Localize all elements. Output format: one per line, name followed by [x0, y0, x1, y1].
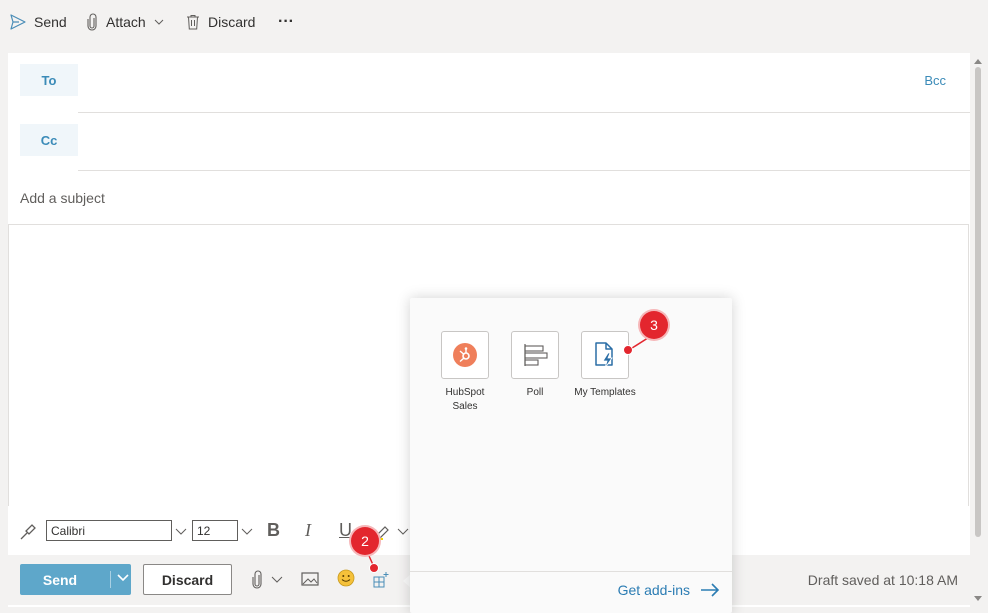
- chevron-down-icon[interactable]: [241, 528, 253, 535]
- marker-dot: [369, 563, 379, 573]
- command-bar: Send Attach Discard ···: [0, 0, 988, 44]
- divider: [78, 112, 970, 113]
- send-command[interactable]: Send: [10, 0, 67, 44]
- send-command-label: Send: [34, 14, 67, 30]
- addin-poll[interactable]: Poll: [499, 331, 571, 400]
- apps-icon[interactable]: [373, 571, 390, 588]
- scrollbar-thumb[interactable]: [975, 67, 981, 537]
- paperclip-icon: [87, 13, 97, 31]
- to-input[interactable]: [88, 64, 938, 96]
- cc-input[interactable]: [88, 124, 958, 156]
- addin-tile[interactable]: [581, 331, 629, 379]
- font-family-select[interactable]: Calibri: [46, 520, 172, 541]
- chevron-down-icon[interactable]: [175, 528, 187, 535]
- divider: [110, 571, 111, 588]
- discard-button[interactable]: Discard: [143, 564, 232, 595]
- cc-button[interactable]: Cc: [20, 124, 78, 156]
- arrow-right-icon: [701, 583, 720, 597]
- trash-icon: [187, 15, 199, 30]
- discard-command-label: Discard: [208, 14, 256, 30]
- my-templates-icon: [595, 342, 613, 369]
- underline-button[interactable]: U: [339, 520, 352, 541]
- bold-button[interactable]: B: [267, 520, 280, 541]
- paperclip-icon[interactable]: [251, 570, 263, 590]
- emoji-icon[interactable]: [337, 569, 355, 587]
- italic-button[interactable]: I: [305, 520, 311, 541]
- step-marker-2: 2: [351, 527, 379, 555]
- chevron-down-icon[interactable]: [397, 528, 409, 535]
- addin-tile[interactable]: [511, 331, 559, 379]
- subject-input[interactable]: Add a subject: [20, 190, 105, 206]
- send-split-button: Send: [20, 564, 131, 595]
- more-icon: ···: [278, 13, 294, 30]
- discard-command[interactable]: Discard: [186, 0, 255, 44]
- more-options-button[interactable]: ···: [278, 0, 294, 44]
- addin-hubspot-sales[interactable]: HubSpot Sales: [429, 331, 501, 414]
- bcc-button[interactable]: Bcc: [924, 73, 946, 88]
- poll-icon: [524, 344, 548, 366]
- get-addins-label: Get add-ins: [617, 582, 690, 598]
- image-icon[interactable]: [301, 571, 319, 587]
- divider: [410, 571, 732, 572]
- addin-label: Poll: [526, 387, 544, 398]
- addin-label: HubSpot Sales: [445, 387, 485, 412]
- step-marker-3: 3: [640, 311, 668, 339]
- draft-status: Draft saved at 10:18 AM: [807, 572, 958, 588]
- font-size-select[interactable]: 12: [192, 520, 238, 541]
- send-options-chevron-icon[interactable]: [116, 573, 130, 583]
- send-button[interactable]: Send: [20, 564, 100, 595]
- scrollbar[interactable]: [972, 58, 984, 606]
- marker-dot: [623, 345, 633, 355]
- format-painter-icon[interactable]: [19, 523, 37, 541]
- get-addins-link[interactable]: Get add-ins: [618, 582, 720, 598]
- scroll-down-icon[interactable]: [974, 596, 982, 602]
- divider: [78, 170, 970, 171]
- send-icon: [10, 14, 26, 30]
- chevron-down-icon: [154, 19, 164, 25]
- attach-command-label: Attach: [106, 14, 146, 30]
- attach-command[interactable]: Attach: [86, 0, 164, 44]
- addin-label: My Templates: [574, 387, 636, 398]
- chevron-down-icon[interactable]: [271, 576, 283, 583]
- to-button[interactable]: To: [20, 64, 78, 96]
- addin-tile[interactable]: [441, 331, 489, 379]
- hubspot-icon: [453, 343, 477, 367]
- addins-popup: HubSpot Sales Poll My Templates Get add-…: [410, 298, 732, 613]
- scroll-up-icon[interactable]: [974, 58, 982, 64]
